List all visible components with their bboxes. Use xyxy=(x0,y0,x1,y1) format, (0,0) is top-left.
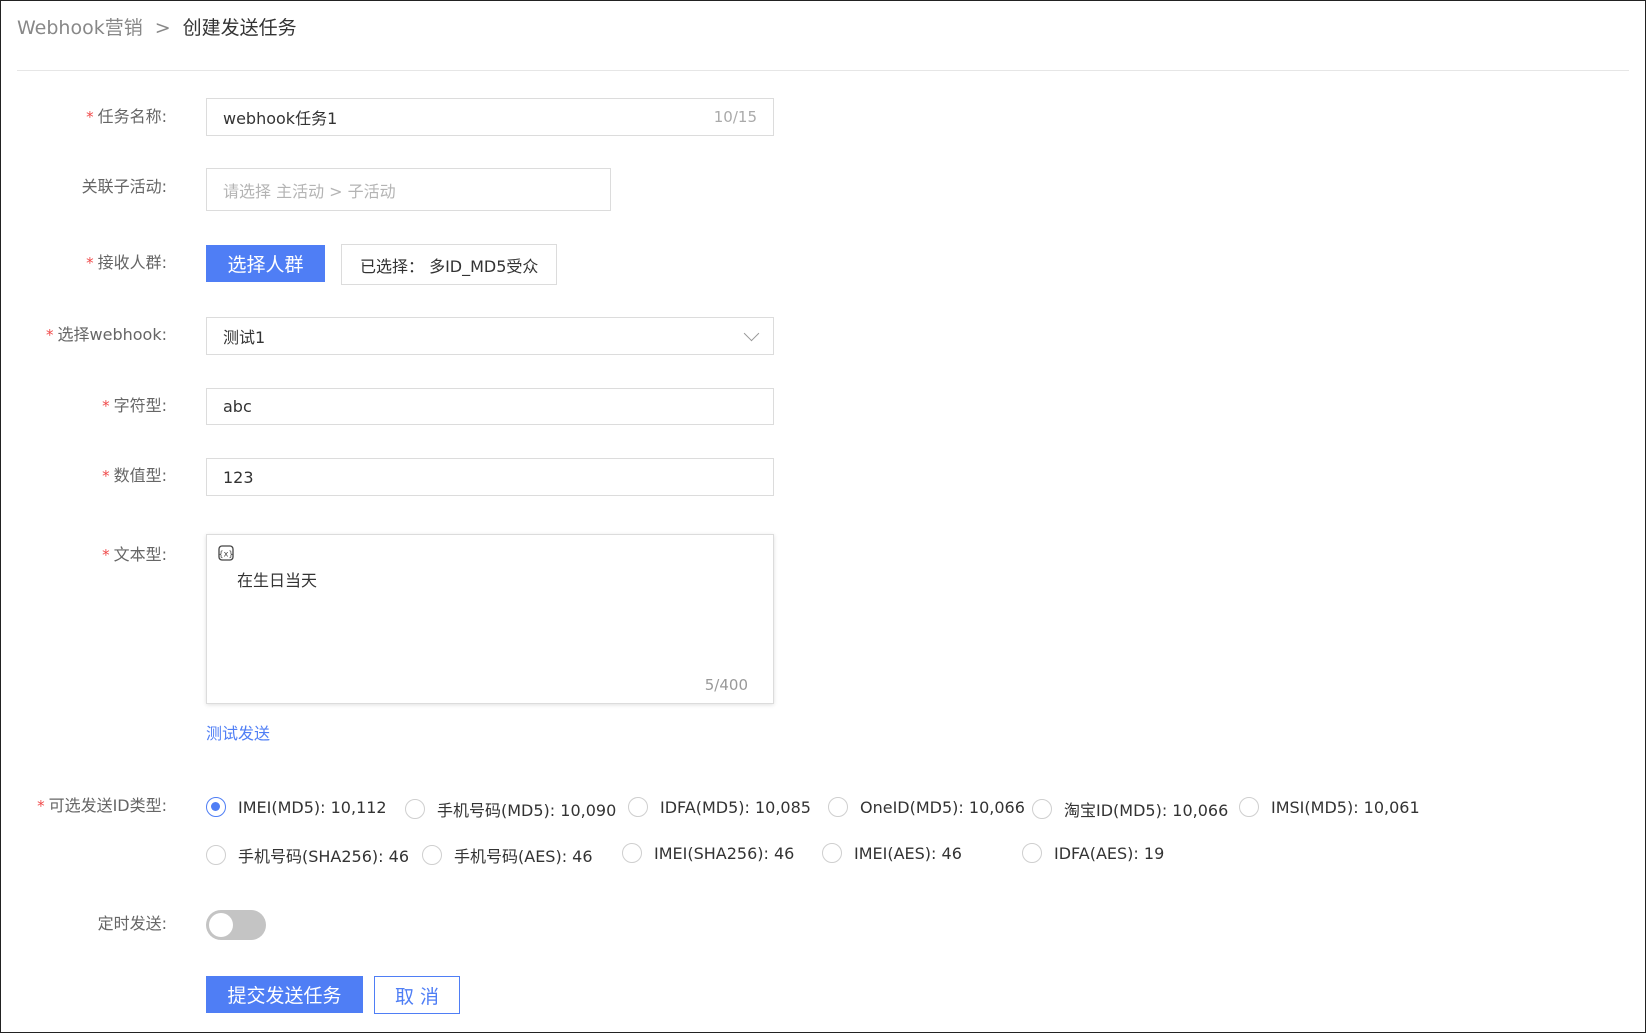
required-mark: * xyxy=(102,546,110,564)
schedule-toggle[interactable] xyxy=(206,910,266,940)
breadcrumb-parent-link[interactable]: Webhook营销 xyxy=(17,15,143,41)
radio-idfa-aes[interactable]: IDFA(AES): 19 xyxy=(1022,843,1164,863)
test-send-link[interactable]: 测试发送 xyxy=(206,720,270,744)
radio-label: IDFA(AES): 19 xyxy=(1054,843,1165,863)
number-field-label: * 数值型: xyxy=(102,466,167,485)
radio-circle xyxy=(422,845,442,865)
svg-text:{x}: {x} xyxy=(219,550,234,559)
string-field-value: abc xyxy=(223,397,252,416)
required-mark: * xyxy=(102,397,110,415)
breadcrumb-current: 创建发送任务 xyxy=(182,17,297,39)
string-field-label: * 字符型: xyxy=(102,396,167,415)
schedule-label: 定时发送: xyxy=(97,914,167,933)
radio-label: OneID(MD5): 10,066 xyxy=(860,797,1025,817)
radio-label: IMSI(MD5): 10,061 xyxy=(1271,797,1420,817)
radio-label: IMEI(AES): 46 xyxy=(854,843,962,863)
page-frame: Webhook营销 > 创建发送任务 * 任务名称: webhook任务1 10/… xyxy=(0,0,1646,1033)
webhook-select[interactable]: 测试1 xyxy=(206,317,774,355)
cancel-button[interactable]: 取 消 xyxy=(374,976,460,1014)
task-name-counter: 10/15 xyxy=(713,108,757,126)
radio-circle xyxy=(828,797,848,817)
submit-button[interactable]: 提交发送任务 xyxy=(206,976,363,1013)
header-divider xyxy=(17,70,1629,71)
radio-label: IMEI(SHA256): 46 xyxy=(654,843,795,863)
radio-label: 手机号码(MD5): 10,090 xyxy=(437,801,617,820)
variable-icon[interactable]: {x} xyxy=(218,545,234,561)
radio-circle xyxy=(405,799,425,819)
task-name-input[interactable]: webhook任务1 10/15 xyxy=(206,98,774,136)
radio-phone-sha256[interactable]: 手机号码(SHA256): 46 xyxy=(206,843,409,867)
radio-oneid-md5[interactable]: OneID(MD5): 10,066 xyxy=(828,797,1025,817)
radio-circle xyxy=(622,843,642,863)
sub-activity-label: 关联子活动: xyxy=(81,177,167,196)
radio-phone-md5[interactable]: 手机号码(MD5): 10,090 xyxy=(405,797,616,821)
radio-idfa-md5[interactable]: IDFA(MD5): 10,085 xyxy=(628,797,811,817)
radio-circle xyxy=(1022,843,1042,863)
required-mark: * xyxy=(86,108,94,126)
radio-circle xyxy=(206,845,226,865)
radio-circle xyxy=(1239,797,1259,817)
task-name-label: * 任务名称: xyxy=(86,107,167,126)
radio-circle xyxy=(822,843,842,863)
text-field-textarea[interactable]: {x} 在生日当天 5/400 xyxy=(206,534,774,704)
select-audience-button[interactable]: 选择人群 xyxy=(206,245,325,282)
number-field-value: 123 xyxy=(223,467,254,487)
required-mark: * xyxy=(86,254,94,272)
required-mark: * xyxy=(37,797,45,815)
text-field-value: 在生日当天 xyxy=(237,571,318,590)
radio-taobao-md5[interactable]: 淘宝ID(MD5): 10,066 xyxy=(1032,797,1228,821)
number-field-input[interactable]: 123 xyxy=(206,458,774,496)
toggle-knob xyxy=(209,913,233,937)
radio-circle xyxy=(206,797,226,817)
chevron-down-icon xyxy=(743,325,760,342)
sub-activity-placeholder: 请选择 主活动 > 子活动 xyxy=(223,181,396,201)
radio-label: 手机号码(AES): 46 xyxy=(454,847,593,866)
selected-audience-text: 已选择： 多ID_MD5受众 xyxy=(360,256,539,276)
radio-label: IDFA(MD5): 10,085 xyxy=(660,797,811,817)
webhook-label: * 选择webhook: xyxy=(46,325,167,344)
task-name-value: webhook任务1 xyxy=(223,109,338,128)
radio-imei-aes[interactable]: IMEI(AES): 46 xyxy=(822,843,962,863)
radio-imei-sha256[interactable]: IMEI(SHA256): 46 xyxy=(622,843,794,863)
breadcrumb-separator: > xyxy=(154,17,171,39)
text-field-counter: 5/400 xyxy=(704,676,748,694)
radio-circle xyxy=(628,797,648,817)
radio-label: 手机号码(SHA256): 46 xyxy=(238,847,409,866)
radio-imei-md5[interactable]: IMEI(MD5): 10,112 xyxy=(206,797,387,817)
required-mark: * xyxy=(102,467,110,485)
radio-circle xyxy=(1032,799,1052,819)
radio-phone-aes[interactable]: 手机号码(AES): 46 xyxy=(422,843,593,867)
breadcrumb: Webhook营销 > 创建发送任务 xyxy=(17,15,297,41)
required-mark: * xyxy=(46,326,54,344)
selected-audience-box: 已选择： 多ID_MD5受众 xyxy=(341,244,558,285)
radio-label: 淘宝ID(MD5): 10,066 xyxy=(1064,801,1229,820)
radio-imsi-md5[interactable]: IMSI(MD5): 10,061 xyxy=(1239,797,1420,817)
text-field-label: * 文本型: xyxy=(102,545,167,564)
id-type-label: * 可选发送ID类型: xyxy=(37,796,167,815)
radio-label: IMEI(MD5): 10,112 xyxy=(238,797,387,817)
webhook-value: 测试1 xyxy=(223,328,266,347)
string-field-input[interactable]: abc xyxy=(206,388,774,425)
sub-activity-select[interactable]: 请选择 主活动 > 子活动 xyxy=(206,168,611,211)
audience-label: * 接收人群: xyxy=(86,253,167,272)
